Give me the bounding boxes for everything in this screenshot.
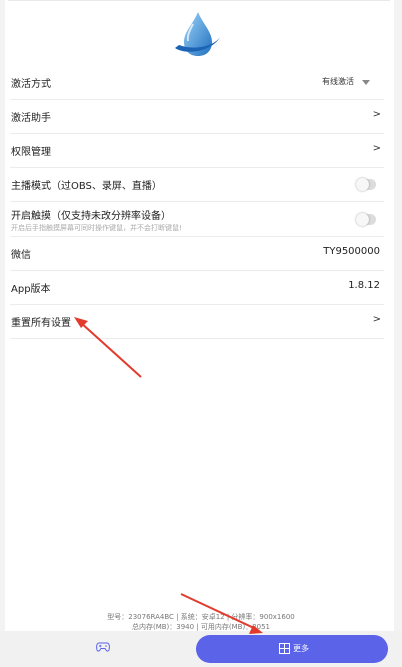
activation-helper-label: 激活助手 [11,113,51,124]
streamer-mode-row: 主播模式（过OBS、录屏、直播） [10,168,384,202]
activation-method-row[interactable]: 激活方式 有线激活 [10,66,384,100]
permission-mgmt-row[interactable]: 权限管理 > [10,134,384,168]
streamer-mode-label: 主播模式（过OBS、录屏、直播） [11,181,162,192]
chevron-right-icon: > [372,314,381,325]
touch-row: 开启触摸（仅支持未改分辨率设备） 开启后手指触摸屏幕可同时操作键鼠，并不会打断键… [10,202,384,237]
chevron-right-icon: > [372,109,381,120]
streamer-mode-toggle[interactable] [356,178,376,191]
tab-gamepad[interactable] [8,635,192,663]
touch-label: 开启触摸（仅支持未改分辨率设备） [11,211,171,222]
touch-hint: 开启后手指触摸屏幕可同时操作键鼠，并不会打断键鼠! [11,224,182,232]
app-version-value: 1.8.12 [348,280,380,291]
right-frame [394,0,402,667]
chevron-right-icon: > [372,143,381,154]
bottom-tab-bar: 更多 [0,631,402,667]
top-divider [8,0,390,1]
reset-all-label: 重置所有设置 [11,318,71,329]
app-version-label: App版本 [11,284,51,295]
wechat-label: 微信 [11,250,31,261]
tab-more[interactable]: 更多 [196,635,388,663]
permission-mgmt-label: 权限管理 [11,147,51,158]
water-drop-logo [175,12,221,56]
grid-icon [279,643,290,654]
wechat-value: TY9500000 [323,246,380,257]
gamepad-icon [96,642,110,652]
touch-toggle[interactable] [356,213,376,226]
tab-more-label: 更多 [293,644,309,653]
app-version-row: App版本 1.8.12 [10,271,384,305]
settings-list: 激活方式 有线激活 激活助手 > 权限管理 > 主播模式（过OBS、录屏、直播）… [10,66,384,339]
wechat-row: 微信 TY9500000 [10,237,384,271]
activation-method-select[interactable]: 有线激活 [322,76,354,87]
reset-all-row[interactable]: 重置所有设置 > [10,305,384,339]
activation-method-label: 激活方式 [11,79,51,90]
chevron-down-icon [362,80,370,85]
activation-helper-row[interactable]: 激活助手 > [10,100,384,134]
left-frame [0,0,5,667]
device-info-line1: 型号：23076RA4BC | 系统：安卓12 | 分辨率：900x1600 [107,613,295,621]
